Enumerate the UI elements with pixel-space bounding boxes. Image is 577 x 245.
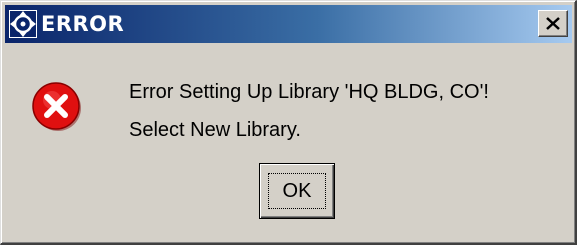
close-button[interactable]	[538, 10, 568, 37]
title-bar[interactable]: ERROR	[5, 5, 572, 43]
app-crosshair-icon	[9, 10, 37, 38]
ok-button[interactable]: OK	[259, 163, 335, 219]
error-dialog: ERROR Error Setting Up Library 'HQ BLDG,…	[0, 0, 577, 245]
window-title: ERROR	[41, 12, 125, 36]
error-message: Error Setting Up Library 'HQ BLDG, CO'!	[129, 81, 489, 103]
ok-button-label: OK	[268, 173, 326, 209]
close-icon	[546, 17, 560, 30]
error-icon	[31, 81, 83, 133]
instruction-message: Select New Library.	[129, 119, 301, 141]
